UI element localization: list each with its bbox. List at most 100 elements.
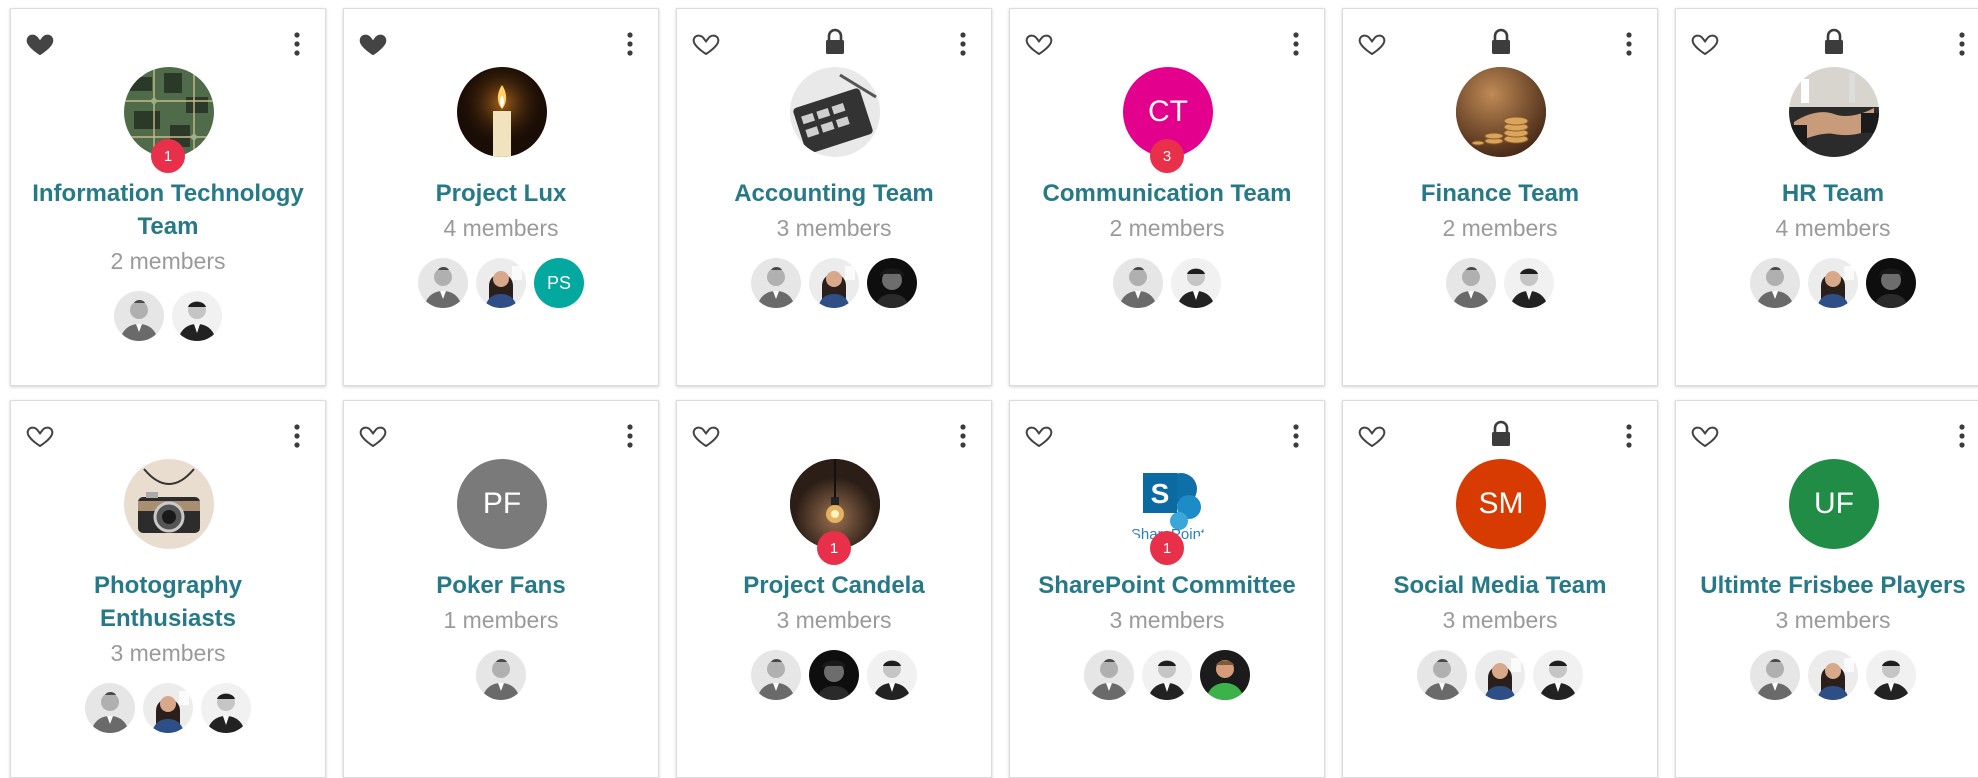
calculator-photo[interactable] bbox=[790, 67, 880, 157]
man-green-shirt-photo[interactable] bbox=[1200, 650, 1250, 700]
group-card[interactable]: HR Team 4 members bbox=[1675, 8, 1978, 386]
group-name[interactable]: Project Lux bbox=[344, 177, 658, 210]
group-avatar-wrap: UF bbox=[1789, 459, 1879, 549]
more-options-icon[interactable] bbox=[289, 29, 305, 59]
woman-smiling-photo[interactable] bbox=[476, 258, 526, 308]
woman-smiling-photo[interactable] bbox=[1475, 650, 1525, 700]
group-initials-avatar[interactable]: PF bbox=[457, 459, 547, 549]
group-card[interactable]: Finance Team 2 members bbox=[1342, 8, 1658, 386]
group-card[interactable]: Photography Enthusiasts 3 members bbox=[10, 400, 326, 778]
heart-filled-icon[interactable] bbox=[358, 29, 388, 59]
man-gray-blazer-photo[interactable] bbox=[114, 291, 164, 341]
group-avatar-wrap bbox=[124, 459, 214, 549]
group-card[interactable]: Project Lux 4 members PS bbox=[343, 8, 659, 386]
group-name[interactable]: Ultimte Frisbee Players bbox=[1676, 569, 1978, 602]
more-options-icon[interactable] bbox=[1288, 421, 1304, 451]
heart-outline-icon[interactable] bbox=[691, 421, 721, 451]
group-name[interactable]: Finance Team bbox=[1343, 177, 1657, 210]
man-gray-blazer-photo[interactable] bbox=[1750, 258, 1800, 308]
man-dark-suit-photo[interactable] bbox=[1171, 258, 1221, 308]
man-dark-suit-photo[interactable] bbox=[201, 683, 251, 733]
heart-outline-icon[interactable] bbox=[358, 421, 388, 451]
heart-outline-icon[interactable] bbox=[25, 421, 55, 451]
group-avatar-wrap: PF bbox=[457, 459, 547, 549]
handshake-photo[interactable] bbox=[1789, 67, 1879, 157]
heart-outline-icon[interactable] bbox=[1357, 29, 1387, 59]
man-gray-blazer-photo[interactable] bbox=[1446, 258, 1496, 308]
group-card[interactable]: SSharePoint1 SharePoint Committee 3 memb… bbox=[1009, 400, 1325, 778]
man-curly-hair-photo[interactable] bbox=[809, 650, 859, 700]
group-name[interactable]: HR Team bbox=[1676, 177, 1978, 210]
man-dark-suit-photo[interactable] bbox=[1504, 258, 1554, 308]
man-gray-blazer-photo[interactable] bbox=[751, 258, 801, 308]
man-gray-blazer-photo[interactable] bbox=[418, 258, 468, 308]
group-name[interactable]: Poker Fans bbox=[344, 569, 658, 602]
heart-outline-icon[interactable] bbox=[1690, 421, 1720, 451]
group-card[interactable]: PF Poker Fans 1 members bbox=[343, 400, 659, 778]
member-count: 2 members bbox=[1442, 215, 1558, 241]
man-dark-suit-photo[interactable] bbox=[172, 291, 222, 341]
more-options-icon[interactable] bbox=[622, 29, 638, 59]
man-gray-blazer-photo[interactable] bbox=[1113, 258, 1163, 308]
group-avatar-wrap: SSharePoint1 bbox=[1123, 459, 1213, 565]
woman-smiling-photo[interactable] bbox=[1808, 258, 1858, 308]
group-name[interactable]: Communication Team bbox=[1010, 177, 1324, 210]
group-initials-avatar[interactable]: UF bbox=[1789, 459, 1879, 549]
group-name[interactable]: SharePoint Committee bbox=[1010, 569, 1324, 602]
candle-photo[interactable] bbox=[457, 67, 547, 157]
group-card[interactable]: CT 3 Communication Team 2 members bbox=[1009, 8, 1325, 386]
group-name[interactable]: Photography Enthusiasts bbox=[11, 569, 325, 635]
man-gray-blazer-photo[interactable] bbox=[476, 650, 526, 700]
member-list bbox=[677, 650, 991, 700]
more-options-icon[interactable] bbox=[1954, 29, 1970, 59]
man-curly-hair-photo[interactable] bbox=[1866, 258, 1916, 308]
woman-smiling-photo[interactable] bbox=[809, 258, 859, 308]
group-card[interactable]: Accounting Team 3 members bbox=[676, 8, 992, 386]
man-curly-hair-photo[interactable] bbox=[867, 258, 917, 308]
member-count: 3 members bbox=[110, 640, 226, 666]
group-card-body: Accounting Team 3 members bbox=[677, 177, 991, 308]
more-options-icon[interactable] bbox=[1954, 421, 1970, 451]
more-options-icon[interactable] bbox=[1288, 29, 1304, 59]
more-options-icon[interactable] bbox=[1621, 421, 1637, 451]
member-count: 4 members bbox=[443, 215, 559, 241]
more-options-icon[interactable] bbox=[955, 421, 971, 451]
man-dark-suit-photo[interactable] bbox=[1533, 650, 1583, 700]
coins-photo[interactable] bbox=[1456, 67, 1546, 157]
member-list bbox=[1010, 258, 1324, 308]
camera-photo[interactable] bbox=[124, 459, 214, 549]
more-options-icon[interactable] bbox=[955, 29, 971, 59]
group-initials-avatar[interactable]: SM bbox=[1456, 459, 1546, 549]
group-name[interactable]: Accounting Team bbox=[677, 177, 991, 210]
man-gray-blazer-photo[interactable] bbox=[1750, 650, 1800, 700]
man-gray-blazer-photo[interactable] bbox=[85, 683, 135, 733]
heart-outline-icon[interactable] bbox=[1024, 421, 1054, 451]
group-name[interactable]: Social Media Team bbox=[1343, 569, 1657, 602]
woman-smiling-photo[interactable] bbox=[1808, 650, 1858, 700]
man-dark-suit-photo[interactable] bbox=[867, 650, 917, 700]
group-card[interactable]: 1 Project Candela 3 members bbox=[676, 400, 992, 778]
more-options-icon[interactable] bbox=[289, 421, 305, 451]
group-name[interactable]: Information Technology Team bbox=[11, 177, 325, 243]
member-count: 3 members bbox=[776, 607, 892, 633]
group-card[interactable]: SM Social Media Team 3 members bbox=[1342, 400, 1658, 778]
woman-smiling-photo[interactable] bbox=[143, 683, 193, 733]
heart-filled-icon[interactable] bbox=[25, 29, 55, 59]
man-gray-blazer-photo[interactable] bbox=[751, 650, 801, 700]
heart-outline-icon[interactable] bbox=[1690, 29, 1720, 59]
man-dark-suit-photo[interactable] bbox=[1142, 650, 1192, 700]
heart-outline-icon[interactable] bbox=[691, 29, 721, 59]
man-dark-suit-photo[interactable] bbox=[1866, 650, 1916, 700]
group-card[interactable]: 1 Information Technology Team 2 members bbox=[10, 8, 326, 386]
member-initials-avatar[interactable]: PS bbox=[534, 258, 584, 308]
member-list bbox=[1676, 258, 1978, 308]
more-options-icon[interactable] bbox=[622, 421, 638, 451]
heart-outline-icon[interactable] bbox=[1357, 421, 1387, 451]
man-gray-blazer-photo[interactable] bbox=[1084, 650, 1134, 700]
heart-outline-icon[interactable] bbox=[1024, 29, 1054, 59]
man-gray-blazer-photo[interactable] bbox=[1417, 650, 1467, 700]
group-name[interactable]: Project Candela bbox=[677, 569, 991, 602]
member-list bbox=[11, 291, 325, 341]
group-card[interactable]: UF Ultimte Frisbee Players 3 members bbox=[1675, 400, 1978, 778]
more-options-icon[interactable] bbox=[1621, 29, 1637, 59]
